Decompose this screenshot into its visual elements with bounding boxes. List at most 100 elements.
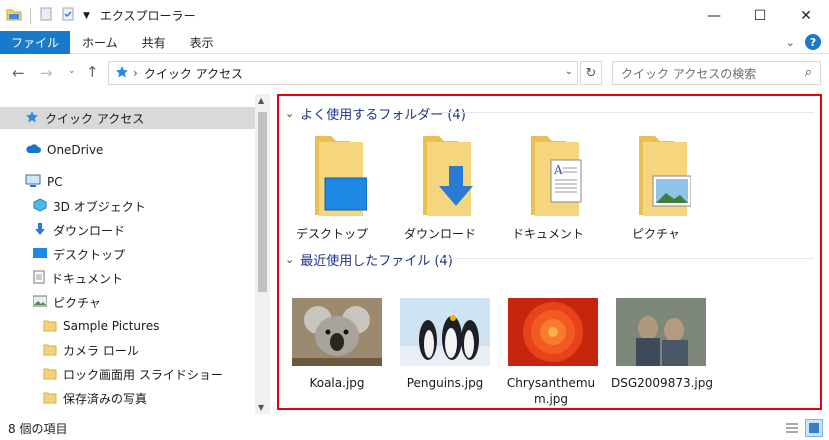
sidebar-item-label: 3D オブジェクト	[53, 199, 146, 214]
folder-icon	[43, 366, 57, 383]
downloads-folder-icon	[423, 136, 473, 216]
file-label: Chrysanthemum.jpg	[506, 376, 596, 406]
svg-text:A: A	[553, 163, 563, 177]
search-placeholder: クイック アクセスの検索	[621, 66, 757, 81]
details-view-icon[interactable]	[783, 419, 801, 437]
sidebar-item-label: 保存済みの写真	[63, 391, 148, 406]
sidebar-item-label: ダウンロード	[53, 223, 126, 238]
sidebar-item-label: OneDrive	[47, 143, 104, 157]
help-icon[interactable]: ?	[805, 34, 821, 50]
expand-ribbon-icon[interactable]: ⌄	[786, 36, 795, 49]
file-label: DSG2009873.jpg	[611, 376, 713, 390]
folder-label: ピクチャ	[632, 227, 680, 241]
scroll-up-icon[interactable]: ▲	[258, 96, 264, 105]
penguins-thumbnail-image	[400, 298, 490, 366]
picture-icon	[32, 295, 48, 310]
minimize-button[interactable]: —	[691, 0, 737, 31]
koala-thumbnail-image	[292, 298, 382, 366]
frequent-folders-header[interactable]: ⌄ よく使用するフォルダー (4)	[285, 104, 466, 123]
sidebar-item-3d-objects[interactable]: 3D オブジェクト	[33, 195, 146, 217]
recent-files-header[interactable]: ⌄ 最近使用したファイル (4)	[285, 250, 453, 269]
refresh-button[interactable]: ↻	[580, 61, 602, 85]
up-arrow-icon[interactable]: ↑	[86, 63, 99, 81]
sidebar-item-documents[interactable]: ドキュメント	[33, 267, 123, 289]
item-count: 8 個の項目	[8, 421, 68, 436]
tab-file[interactable]: ファイル	[0, 30, 71, 54]
close-button[interactable]: ✕	[783, 0, 829, 31]
back-arrow-icon[interactable]: ←	[12, 64, 25, 82]
folder-item-pictures[interactable]: ピクチャ	[611, 132, 701, 242]
navigation-scrollbar[interactable]: ▲ ▼	[255, 94, 270, 414]
folder-item-downloads[interactable]: ダウンロード	[395, 132, 485, 242]
status-bar: 8 個の項目	[0, 416, 829, 440]
group-divider	[439, 258, 814, 259]
sidebar-item-desktop[interactable]: デスクトップ	[33, 243, 125, 265]
sidebar-item-saved-pictures[interactable]: 保存済みの写真	[43, 387, 147, 409]
folder-icon	[6, 7, 22, 24]
sidebar-item-quick-access[interactable]: クイック アクセス	[0, 107, 255, 129]
portrait-thumbnail-image	[616, 298, 706, 366]
star-icon	[25, 110, 39, 127]
scrollbar-thumb[interactable]	[258, 112, 267, 292]
chrysanthemum-thumbnail-image	[508, 298, 598, 366]
navigation-pane: クイック アクセス OneDrive PC 3D オブジェクト ダウンロード デ…	[0, 94, 270, 414]
breadcrumb-chevron-icon: ›	[133, 66, 138, 80]
group-title: 最近使用したファイル (4)	[300, 254, 453, 269]
sidebar-item-label: カメラ ロール	[63, 343, 139, 358]
forward-arrow-icon[interactable]: →	[40, 64, 53, 82]
customize-dropdown-icon[interactable]: ▼	[83, 11, 90, 21]
folder-item-desktop[interactable]: デスクトップ	[287, 132, 377, 242]
search-input[interactable]: クイック アクセスの検索 ⌕	[612, 61, 821, 85]
toolbar-divider	[30, 7, 31, 24]
scroll-down-icon[interactable]: ▼	[258, 403, 264, 412]
folder-label: デスクトップ	[295, 227, 368, 241]
star-icon	[115, 65, 129, 82]
sidebar-item-label: デスクトップ	[53, 247, 126, 262]
cube-icon	[33, 197, 47, 215]
sidebar-item-pc[interactable]: PC	[25, 171, 63, 193]
sidebar-item-camera-roll[interactable]: カメラ ロール	[43, 339, 139, 361]
sidebar-item-sample-pictures[interactable]: Sample Pictures	[43, 315, 159, 337]
folder-item-documents[interactable]: A ドキュメント	[503, 132, 593, 242]
computer-icon	[25, 174, 41, 191]
large-icons-view-icon[interactable]	[805, 419, 823, 437]
sidebar-item-label: Sample Pictures	[63, 319, 160, 333]
new-document-icon[interactable]	[39, 7, 53, 24]
group-title: よく使用するフォルダー (4)	[300, 108, 466, 123]
file-label: Penguins.jpg	[406, 376, 484, 390]
content-area: ⌄ よく使用するフォルダー (4) デスクトップ ダウンロード A ドキュメント	[277, 94, 822, 410]
desktop-folder-icon	[315, 136, 368, 216]
file-item-chrysanthemum[interactable]: Chrysanthemum.jpg	[503, 298, 603, 407]
sidebar-item-onedrive[interactable]: OneDrive	[25, 139, 103, 161]
cloud-icon	[25, 143, 41, 158]
recent-locations-icon[interactable]: ⌄	[68, 66, 76, 76]
file-item-dsg2009873[interactable]: DSG2009873.jpg	[611, 298, 713, 391]
collapse-chevron-icon[interactable]: ⌄	[285, 107, 294, 120]
properties-icon[interactable]	[61, 7, 75, 24]
sidebar-item-pictures[interactable]: ピクチャ	[32, 291, 101, 313]
collapse-chevron-icon[interactable]: ⌄	[285, 253, 294, 266]
file-item-penguins[interactable]: Penguins.jpg	[395, 298, 495, 391]
sidebar-item-label: PC	[47, 175, 63, 189]
folder-icon	[43, 318, 57, 335]
file-label: Koala.jpg	[309, 376, 365, 390]
breadcrumb-current[interactable]: クイック アクセス	[144, 65, 243, 82]
folder-icon	[43, 390, 57, 407]
maximize-button[interactable]: ☐	[737, 0, 783, 31]
folder-label: ドキュメント	[511, 227, 584, 241]
ribbon-tabs: ファイル ホーム 共有 表示 ⌄ ?	[0, 30, 829, 54]
address-bar[interactable]: › クイック アクセス ⌄	[108, 61, 578, 85]
search-icon: ⌕	[804, 65, 812, 80]
file-item-koala[interactable]: Koala.jpg	[287, 298, 387, 391]
sidebar-item-label: ドキュメント	[51, 271, 124, 286]
sidebar-item-lock-screen-slideshow[interactable]: ロック画面用 スライドショー	[43, 363, 223, 385]
sidebar-item-downloads[interactable]: ダウンロード	[33, 219, 125, 241]
desktop-icon	[33, 247, 47, 262]
tab-view[interactable]: 表示	[178, 31, 226, 54]
document-icon	[33, 270, 45, 287]
download-arrow-icon	[33, 222, 47, 239]
address-dropdown-icon[interactable]: ⌄	[565, 66, 573, 77]
tab-home[interactable]: ホーム	[70, 31, 130, 54]
sidebar-item-label: ロック画面用 スライドショー	[63, 367, 223, 382]
tab-share[interactable]: 共有	[130, 31, 178, 54]
